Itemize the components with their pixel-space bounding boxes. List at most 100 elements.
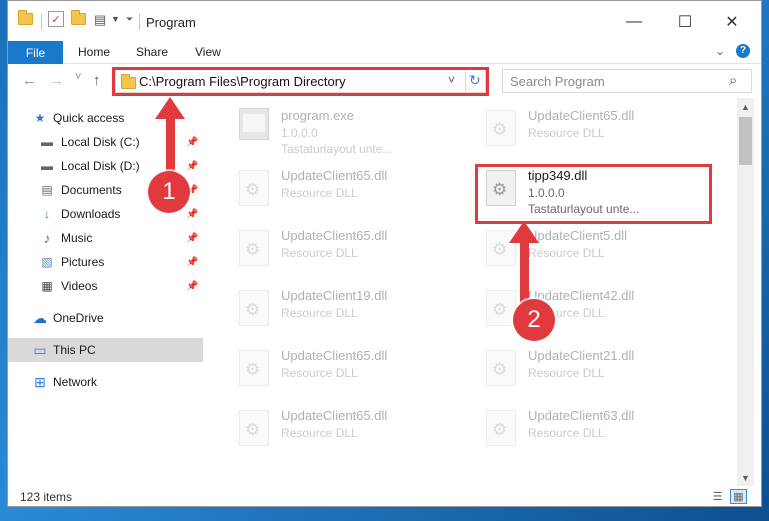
help-icon[interactable]: ? <box>736 44 750 58</box>
computer-icon: ▭ <box>33 341 47 358</box>
toolbar-divider <box>41 14 42 30</box>
list-item[interactable]: UpdateClient65.dll Resource DLL <box>203 158 441 218</box>
tab-file[interactable]: File <box>8 41 63 64</box>
pin-icon: 📌 <box>186 256 199 268</box>
file-type: Resource DLL <box>281 366 358 380</box>
file-type: Resource DLL <box>528 126 605 140</box>
maximize-button[interactable]: ☐ <box>673 11 697 33</box>
sidebar-item-label: This PC <box>53 343 96 357</box>
list-item[interactable]: UpdateClient65.dll Resource DLL <box>203 398 441 458</box>
list-item[interactable]: UpdateClient42.dll Resource DLL <box>450 278 688 338</box>
recent-locations-button[interactable]: ˅ <box>75 71 81 83</box>
file-name: UpdateClient63.dll <box>528 408 635 423</box>
customize-toolbar-icon[interactable]: ▤ <box>94 12 106 28</box>
dll-file-icon <box>239 350 269 386</box>
dll-file-icon <box>486 110 516 146</box>
tab-share[interactable]: Share <box>136 45 168 59</box>
new-folder-icon[interactable] <box>71 10 86 25</box>
sidebar-item-music[interactable]: ♪ Music 📌 <box>8 226 203 250</box>
vertical-scrollbar[interactable]: ▲ ▼ <box>737 98 754 486</box>
file-type: Resource DLL <box>528 366 605 380</box>
list-item[interactable]: UpdateClient63.dll Resource DLL <box>450 398 688 458</box>
window-title: Program <box>146 15 196 30</box>
star-icon: ★ <box>34 111 46 125</box>
dll-file-icon <box>239 230 269 266</box>
close-button[interactable]: ✕ <box>720 11 744 33</box>
sidebar-item-label: Pictures <box>61 255 105 269</box>
sidebar-item-onedrive[interactable]: ☁ OneDrive <box>8 306 203 330</box>
sidebar-item-label: Quick access <box>53 111 125 125</box>
pin-icon: 📌 <box>186 160 199 172</box>
sidebar-item-network[interactable]: ⊞ Network <box>8 370 203 394</box>
dll-file-icon <box>239 290 269 326</box>
file-name: UpdateClient65.dll <box>528 108 635 123</box>
list-item[interactable]: UpdateClient65.dll Resource DLL <box>203 338 441 398</box>
scroll-down-icon[interactable]: ▼ <box>737 469 754 486</box>
folder-icon[interactable] <box>18 10 33 25</box>
pin-icon: 📌 <box>186 208 199 220</box>
scroll-up-icon[interactable]: ▲ <box>737 98 754 115</box>
dll-file-icon <box>486 410 516 446</box>
list-item[interactable]: program.exe 1.0.0.0 Tastaturlayout unte.… <box>203 98 441 158</box>
cloud-icon: ☁ <box>33 309 47 326</box>
up-button[interactable]: ↑ <box>93 72 101 89</box>
chevron-down-icon[interactable]: ⌄ <box>715 44 725 58</box>
file-name: UpdateClient65.dll <box>281 348 388 363</box>
sidebar-item-label: Local Disk (D:) <box>61 159 140 173</box>
file-name: UpdateClient65.dll <box>281 408 388 423</box>
minimize-button[interactable]: — <box>622 11 646 33</box>
list-item[interactable]: UpdateClient65.dll Resource DLL <box>450 98 688 158</box>
list-item[interactable]: UpdateClient19.dll Resource DLL <box>203 278 441 338</box>
pictures-icon: ▧ <box>41 255 53 269</box>
file-highlight <box>475 164 712 224</box>
toolbar-dropdown-icon[interactable]: ▼ <box>111 14 120 24</box>
details-view-icon[interactable]: ☰ <box>709 489 726 504</box>
arrow-1-head-icon <box>155 97 185 119</box>
sidebar-item-label: Downloads <box>61 207 121 221</box>
pin-icon: 📌 <box>186 280 199 292</box>
file-type: Resource DLL <box>528 246 605 260</box>
tiles-view-icon[interactable]: ▦ <box>730 489 747 504</box>
tab-home[interactable]: Home <box>78 45 110 59</box>
list-item[interactable]: UpdateClient65.dll Resource DLL <box>203 218 441 278</box>
file-type: Resource DLL <box>281 186 358 200</box>
back-button[interactable]: ← <box>22 72 37 89</box>
music-icon: ♪ <box>43 230 51 246</box>
search-input[interactable]: Search Program <box>510 74 605 89</box>
file-version: 1.0.0.0 <box>281 126 318 140</box>
download-icon: ↓ <box>44 207 50 221</box>
tab-view[interactable]: View <box>195 45 221 59</box>
sidebar-item-this-pc[interactable]: ▭ This PC <box>8 338 203 362</box>
file-name: program.exe <box>281 108 354 123</box>
search-icon[interactable]: ⌕ <box>729 72 737 89</box>
scroll-thumb[interactable] <box>739 117 752 165</box>
sidebar-item-videos[interactable]: ▦ Videos 📌 <box>8 274 203 298</box>
sidebar-item-label: Network <box>53 375 98 389</box>
network-icon: ⊞ <box>34 373 46 390</box>
videos-icon: ▦ <box>41 279 53 293</box>
sidebar-item-label: Local Disk (C:) <box>61 135 140 149</box>
arrow-2-shaft <box>520 241 529 303</box>
pin-icon: 📌 <box>186 136 199 148</box>
forward-button[interactable]: → <box>49 72 64 89</box>
file-description: Tastaturlayout unte... <box>281 142 393 156</box>
dll-file-icon <box>239 410 269 446</box>
search-box[interactable]: Search Program ⌕ <box>502 69 752 93</box>
address-highlight <box>112 67 489 96</box>
sidebar-item-label: Music <box>61 231 93 245</box>
drive-icon: ▬ <box>41 159 53 173</box>
step-2-badge: 2 <box>513 299 555 341</box>
file-type: Resource DLL <box>528 426 605 440</box>
list-item[interactable]: UpdateClient21.dll Resource DLL <box>450 338 688 398</box>
file-type: Resource DLL <box>281 246 358 260</box>
ribbon-tabs: File Home Share View ⌄ ? <box>8 41 761 64</box>
properties-icon[interactable]: ✓ <box>48 11 64 27</box>
sidebar-item-label: Videos <box>61 279 98 293</box>
arrow-2-head-icon <box>509 221 539 243</box>
file-name: UpdateClient19.dll <box>281 288 388 303</box>
quick-access-menu-icon[interactable]: ⏷ <box>126 14 133 25</box>
list-item[interactable]: UpdateClient5.dll Resource DLL <box>450 218 688 278</box>
sidebar-item-pictures[interactable]: ▧ Pictures 📌 <box>8 250 203 274</box>
sidebar-item-label: OneDrive <box>53 311 104 325</box>
file-name: UpdateClient65.dll <box>281 228 388 243</box>
